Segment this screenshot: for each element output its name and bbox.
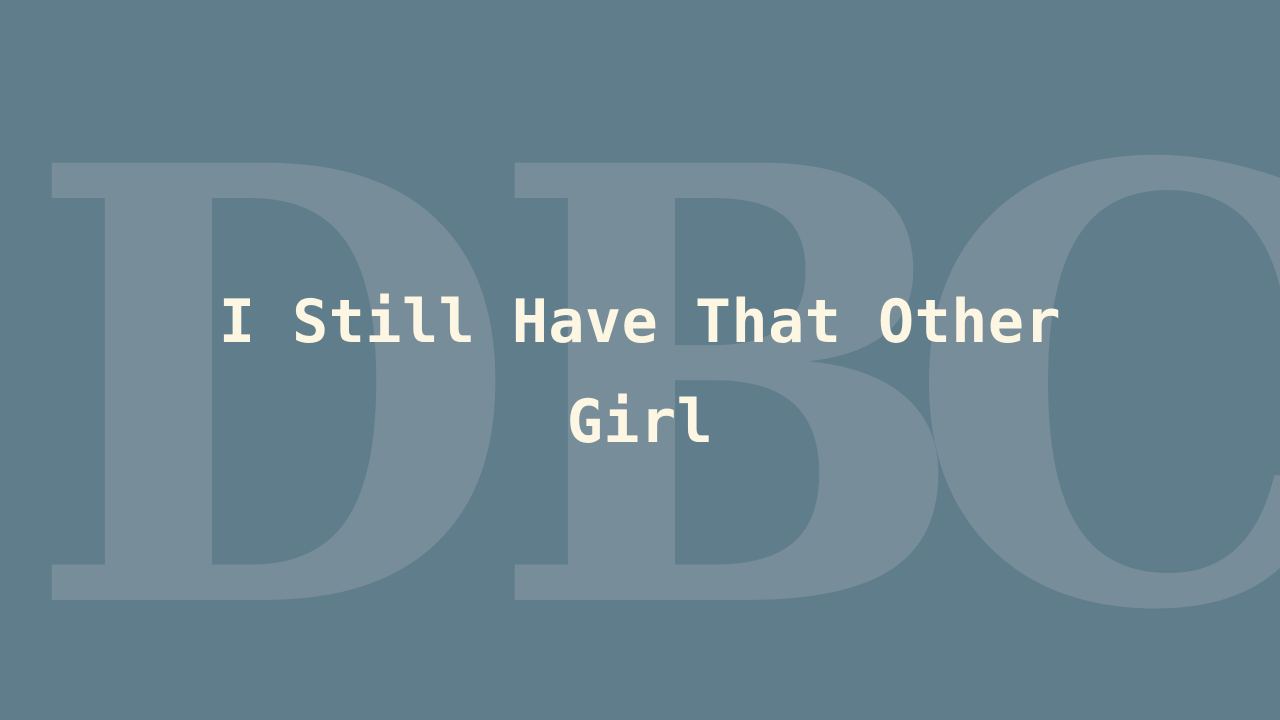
- page-title: I Still Have That Other Girl: [218, 287, 1062, 457]
